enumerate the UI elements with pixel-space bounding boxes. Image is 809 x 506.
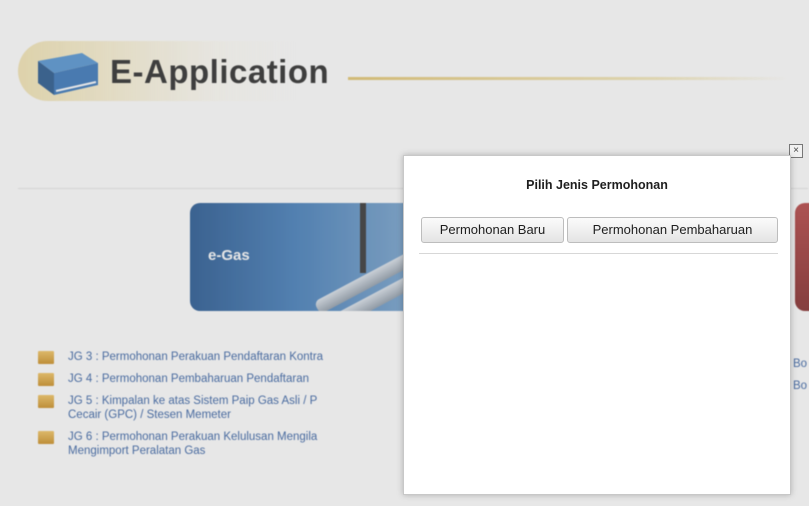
renewal-application-button[interactable]: Permohonan Pembaharuan <box>567 217 778 243</box>
dialog-divider <box>419 253 778 254</box>
close-icon[interactable]: × <box>789 144 803 158</box>
dialog-title: Pilih Jenis Permohonan <box>526 178 668 192</box>
new-application-button[interactable]: Permohonan Baru <box>421 217 564 243</box>
page: E-Application e-Gas JG 3 : Permohonan Pe… <box>0 0 809 506</box>
application-type-dialog: Pilih Jenis Permohonan Permohonan Baru P… <box>403 155 791 495</box>
